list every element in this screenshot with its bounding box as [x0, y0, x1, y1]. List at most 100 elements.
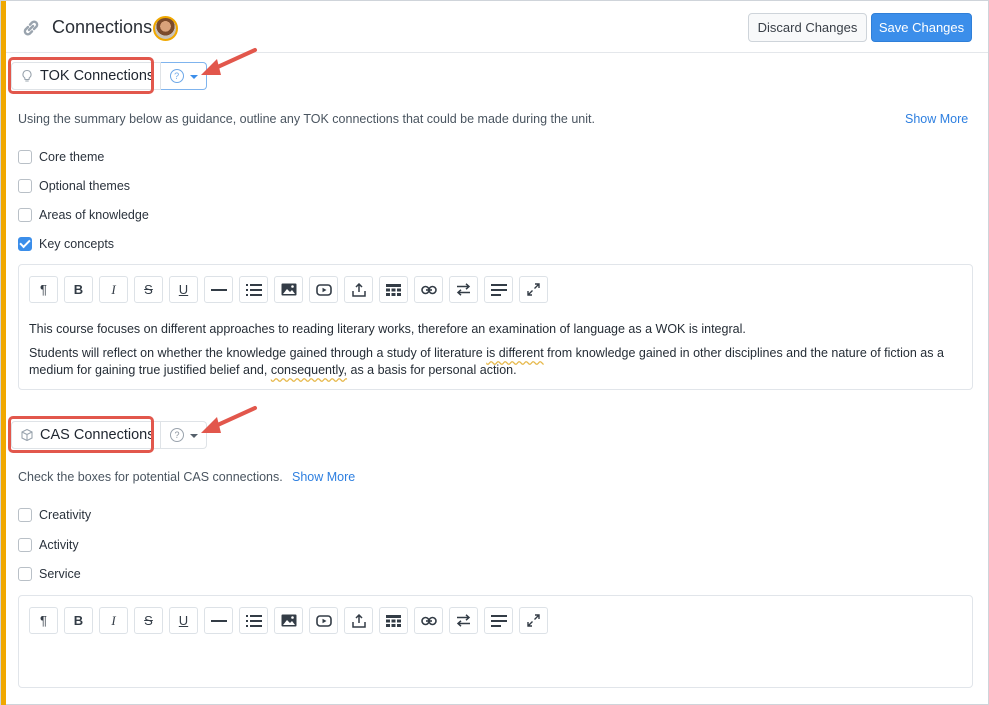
fullscreen-button[interactable]: [519, 276, 548, 303]
bold-icon: B: [73, 613, 84, 628]
horizontal-rule-icon: [210, 288, 227, 291]
insert-link-button[interactable]: [414, 276, 443, 303]
italic-icon: I: [111, 281, 116, 297]
checkbox-label: Optional themes: [39, 179, 131, 193]
annotation-arrow-icon: [201, 48, 257, 75]
connections-panel: Connections Discard Changes Save Changes…: [0, 0, 989, 705]
bold-icon: B: [73, 282, 84, 297]
upload-icon: [351, 282, 366, 297]
image-icon: [281, 283, 296, 296]
tok-show-more-link[interactable]: Show More: [905, 112, 968, 126]
align-button[interactable]: [484, 607, 513, 634]
checkbox-optional-themes[interactable]: Optional themes: [18, 178, 130, 194]
insert-image-button[interactable]: [274, 276, 303, 303]
upload-file-button[interactable]: [344, 276, 373, 303]
underline-button[interactable]: U: [169, 276, 198, 303]
strikethrough-button[interactable]: S: [134, 607, 163, 634]
italic-button[interactable]: I: [99, 276, 128, 303]
editor-toolbar: ¶ B I S U: [29, 276, 548, 303]
link-icon: [23, 20, 39, 36]
panel-header: Connections Discard Changes Save Changes: [6, 1, 988, 53]
checkbox[interactable]: [18, 150, 32, 164]
save-changes-button[interactable]: Save Changes: [871, 13, 972, 42]
align-left-icon: [490, 614, 507, 627]
bold-button[interactable]: B: [64, 276, 93, 303]
list-icon: [245, 614, 262, 627]
checkbox[interactable]: [18, 208, 32, 222]
underline-icon: U: [178, 613, 189, 628]
checkbox-key-concepts[interactable]: Key concepts: [18, 236, 114, 252]
checkbox-label: Core theme: [39, 150, 105, 164]
horizontal-rule-button[interactable]: [204, 607, 233, 634]
bold-button[interactable]: B: [64, 607, 93, 634]
tok-editor-content[interactable]: This course focuses on different approac…: [29, 321, 954, 386]
editor-toolbar: ¶ B I S U: [29, 607, 548, 634]
editor-paragraph: Students will reflect on whether the kno…: [29, 345, 954, 379]
annotation-highlight-box: [8, 57, 154, 94]
swap-arrows-icon: [456, 283, 471, 296]
checkbox[interactable]: [18, 179, 32, 193]
video-icon: [315, 283, 332, 296]
checkbox-checked[interactable]: [18, 237, 32, 251]
checkbox-service[interactable]: Service: [18, 566, 81, 582]
swap-direction-button[interactable]: [449, 607, 478, 634]
checkbox-creativity[interactable]: Creativity: [18, 507, 91, 523]
upload-file-button[interactable]: [344, 607, 373, 634]
page-title: Connections: [52, 17, 153, 37]
horizontal-rule-button[interactable]: [204, 276, 233, 303]
insert-link-button[interactable]: [414, 607, 443, 634]
insert-image-button[interactable]: [274, 607, 303, 634]
italic-button[interactable]: I: [99, 607, 128, 634]
insert-video-button[interactable]: [309, 276, 338, 303]
editor-paragraph: This course focuses on different approac…: [29, 322, 746, 336]
expand-icon: [527, 283, 540, 296]
underline-icon: U: [178, 282, 189, 297]
strikethrough-icon: S: [144, 282, 153, 297]
insert-table-button[interactable]: [379, 276, 408, 303]
table-icon: [386, 283, 401, 296]
checkbox-areas-of-knowledge[interactable]: Areas of knowledge: [18, 207, 149, 223]
checkbox-label: Service: [39, 567, 81, 581]
text-run: as a basis for personal action.: [347, 363, 517, 377]
tok-rich-text-editor[interactable]: ¶ B I S U This course focuses on differe…: [18, 264, 973, 390]
underline-button[interactable]: U: [169, 607, 198, 634]
strikethrough-button[interactable]: S: [134, 276, 163, 303]
avatar[interactable]: [153, 16, 178, 41]
checkbox[interactable]: [18, 508, 32, 522]
checkbox-core-theme[interactable]: Core theme: [18, 149, 104, 165]
italic-icon: I: [111, 612, 116, 628]
checkbox-activity[interactable]: Activity: [18, 537, 79, 553]
swap-direction-button[interactable]: [449, 276, 478, 303]
spellcheck-text-run: consequently,: [270, 363, 348, 377]
fullscreen-button[interactable]: [519, 607, 548, 634]
align-button[interactable]: [484, 276, 513, 303]
horizontal-rule-icon: [210, 619, 227, 622]
bullet-list-button[interactable]: [239, 276, 268, 303]
link-icon: [420, 285, 437, 294]
insert-video-button[interactable]: [309, 607, 338, 634]
image-icon: [281, 614, 296, 627]
checkbox[interactable]: [18, 567, 32, 581]
cas-rich-text-editor[interactable]: ¶ B I S U: [18, 595, 973, 688]
paragraph-format-button[interactable]: ¶: [29, 607, 58, 634]
paragraph-icon: ¶: [40, 282, 47, 297]
link-icon: [420, 616, 437, 625]
discard-changes-button[interactable]: Discard Changes: [748, 13, 867, 42]
help-icon: ?: [169, 428, 184, 442]
video-icon: [315, 614, 332, 627]
checkbox-label: Activity: [39, 538, 79, 552]
expand-icon: [527, 614, 540, 627]
align-left-icon: [490, 283, 507, 296]
section-accent-bar: [1, 1, 6, 705]
insert-table-button[interactable]: [379, 607, 408, 634]
list-icon: [245, 283, 262, 296]
cas-show-more-link[interactable]: Show More: [292, 470, 355, 484]
cas-editor-content[interactable]: [29, 646, 954, 682]
annotation-highlight-box: [8, 416, 154, 453]
help-icon: ?: [169, 69, 184, 83]
checkbox[interactable]: [18, 538, 32, 552]
paragraph-format-button[interactable]: ¶: [29, 276, 58, 303]
bullet-list-button[interactable]: [239, 607, 268, 634]
tok-guidance-text: Using the summary below as guidance, out…: [18, 112, 595, 126]
table-icon: [386, 614, 401, 627]
